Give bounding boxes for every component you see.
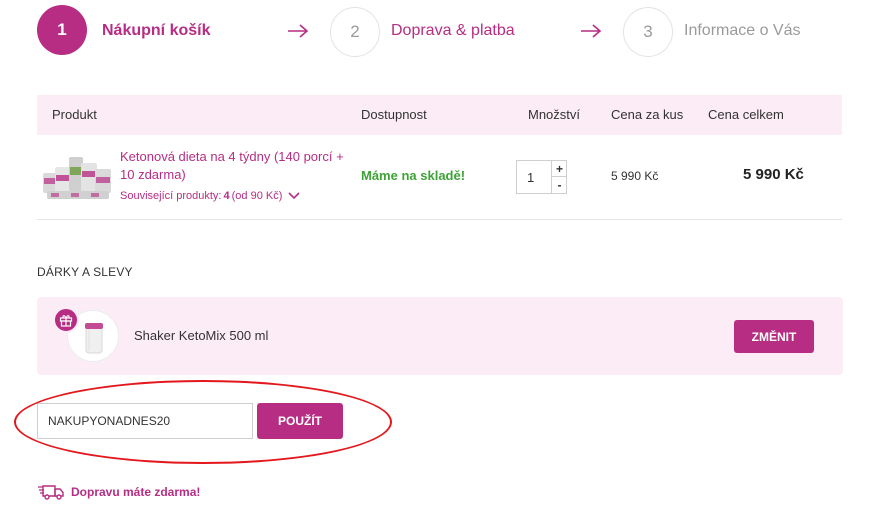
quantity-increase-button[interactable]: + [551, 161, 567, 177]
header-availability: Dostupnost [361, 107, 427, 122]
apply-coupon-button[interactable]: POUŽÍT [257, 403, 343, 439]
arrow-right-icon [287, 22, 309, 42]
cart-table-header: Produkt Dostupnost Množství Cena za kus … [37, 95, 842, 135]
step-2-number: 2 [350, 22, 360, 41]
free-shipping-notice: Dopravu máte zdarma! [37, 484, 200, 500]
free-shipping-text: Dopravu máte zdarma! [71, 485, 201, 499]
arrow-right-icon [580, 22, 602, 42]
step-1-number: 1 [57, 20, 67, 39]
quantity-value[interactable]: 1 [527, 170, 534, 185]
change-gift-button[interactable]: ZMĚNIT [734, 320, 814, 353]
product-name-link[interactable]: Ketonová dieta na 4 týdny (140 porcí + 1… [120, 148, 360, 184]
related-suffix: (od 90 Kč) [231, 190, 283, 202]
gifts-section-title: DÁRKY A SLEVY [37, 265, 133, 279]
step-2-circle[interactable]: 2 [330, 7, 380, 57]
gift-item: Shaker KetoMix 500 ml ZMĚNIT [37, 297, 843, 375]
step-3-label[interactable]: Informace o Vás [684, 22, 801, 40]
step-3-number: 3 [643, 22, 653, 41]
gift-name: Shaker KetoMix 500 ml [134, 328, 269, 343]
related-products-toggle[interactable]: Související produkty: 4 (od 90 Kč) [120, 190, 300, 202]
quantity-decrease-button[interactable]: - [551, 177, 567, 193]
step-1-label[interactable]: Nákupní košík [102, 22, 210, 40]
coupon-input[interactable] [37, 403, 253, 439]
product-image[interactable] [41, 153, 115, 201]
table-row: Ketonová dieta na 4 týdny (140 porcí + 1… [37, 135, 842, 220]
truck-icon [37, 484, 65, 500]
step-1-circle[interactable]: 1 [37, 5, 87, 55]
step-2-label[interactable]: Doprava & platba [391, 22, 515, 40]
related-prefix: Související produkty: [120, 190, 222, 202]
step-3-circle[interactable]: 3 [623, 7, 673, 57]
unit-price: 5 990 Kč [611, 169, 659, 183]
availability-status: Máme na skladě! [361, 168, 466, 183]
quantity-stepper[interactable]: 1 + - [516, 160, 567, 194]
header-total-price: Cena celkem [708, 107, 784, 122]
header-quantity: Množství [528, 107, 581, 122]
checkout-steps: 1 Nákupní košík 2 Doprava & platba 3 Inf… [0, 0, 872, 64]
header-unit-price: Cena za kus [611, 107, 684, 122]
related-count: 4 [223, 190, 230, 202]
total-price: 5 990 Kč [743, 166, 804, 183]
gift-icon [53, 307, 79, 333]
header-product: Produkt [52, 107, 97, 122]
chevron-down-icon [288, 192, 300, 200]
